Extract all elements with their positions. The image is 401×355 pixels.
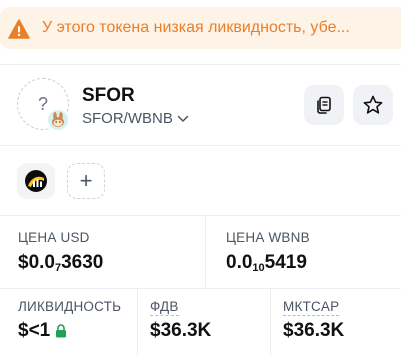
favorite-button[interactable] xyxy=(353,85,393,125)
token-logo-question: ? xyxy=(37,93,48,114)
dexscreener-icon xyxy=(25,170,47,192)
section-divider xyxy=(0,288,401,289)
mktcap-label: МКТCAP xyxy=(283,299,340,316)
card-divider xyxy=(0,64,401,65)
column-divider xyxy=(270,289,271,355)
liquidity-label: ЛИКВИДНОСТЬ xyxy=(18,299,122,314)
lock-icon xyxy=(56,324,67,338)
warning-text: У этого токена низкая ликвидность, убе..… xyxy=(42,19,350,36)
plus-icon: + xyxy=(79,168,93,193)
chevron-down-icon xyxy=(177,115,189,122)
price-wbnb-label: ЦЕНА WBNB xyxy=(226,230,310,245)
token-symbol: SFOR xyxy=(82,85,135,106)
price-wbnb-value: 0.0105419 xyxy=(226,252,307,274)
column-divider xyxy=(205,216,206,288)
copy-icon xyxy=(317,96,331,114)
section-divider xyxy=(0,145,401,146)
section-divider xyxy=(0,215,401,216)
price-usd-label: ЦЕНА USD xyxy=(18,230,90,245)
pancakeswap-icon xyxy=(46,108,70,132)
dex-chip[interactable] xyxy=(17,163,55,199)
low-liquidity-warning-banner[interactable]: У этого токена низкая ликвидность, убе..… xyxy=(0,7,401,49)
copy-button[interactable] xyxy=(304,85,344,125)
fdv-value: $36.3K xyxy=(150,320,212,341)
add-chip-button[interactable]: + xyxy=(67,163,105,199)
fdv-label: ФДВ xyxy=(150,299,179,316)
warning-triangle-icon xyxy=(8,19,30,39)
liquidity-value: $<1 xyxy=(18,320,67,342)
column-divider xyxy=(137,289,138,355)
pair-selector[interactable]: SFOR/WBNB xyxy=(82,110,189,127)
mktcap-value: $36.3K xyxy=(283,320,345,341)
pair-label: SFOR/WBNB xyxy=(82,110,173,127)
star-icon xyxy=(363,95,383,114)
price-usd-value: $0.073630 xyxy=(18,252,104,274)
